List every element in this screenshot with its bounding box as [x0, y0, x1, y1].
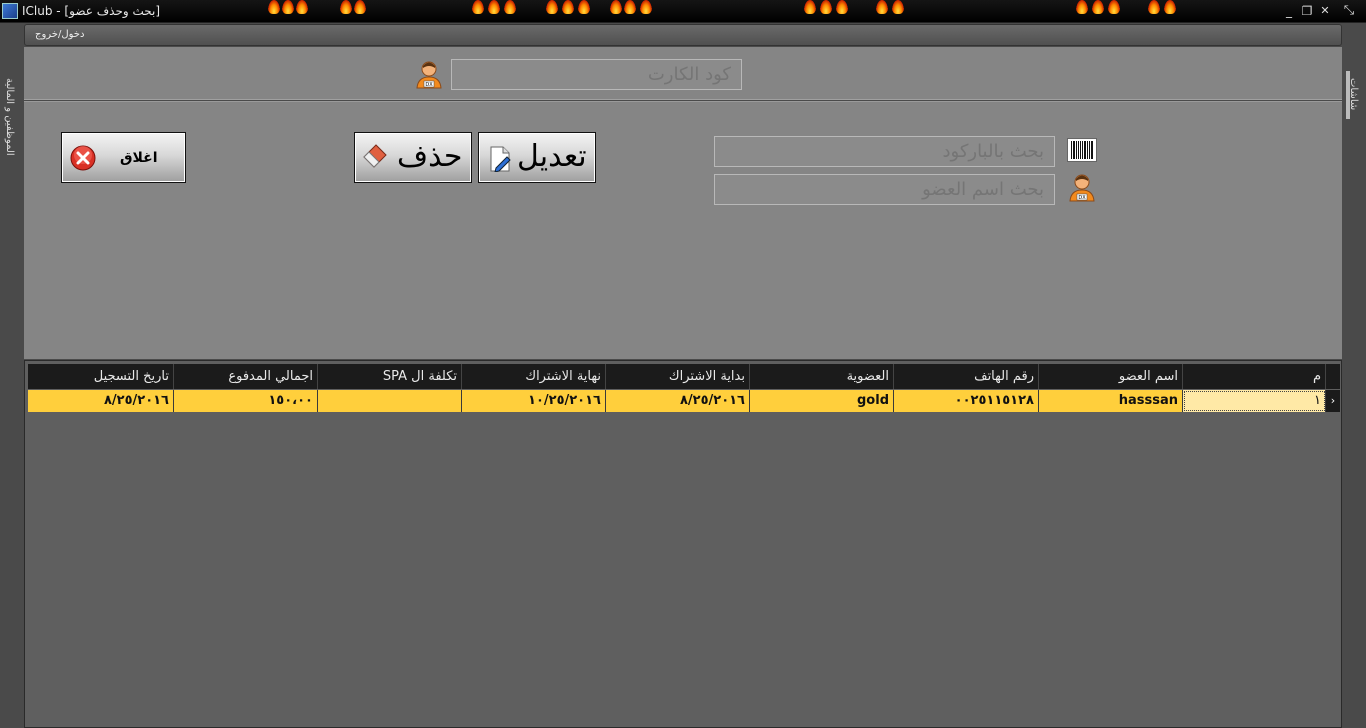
menu-item-login-logout[interactable]: دخول/خروج [35, 29, 84, 40]
column-header-name[interactable]: اسم العضو [1039, 364, 1183, 389]
barcode-search-text[interactable] [715, 137, 1044, 166]
column-header-start[interactable]: بداية الاشتراك [606, 364, 750, 389]
column-header-registered[interactable]: تاريخ التسجيل [29, 364, 174, 389]
svg-text:DX: DX [425, 82, 433, 88]
delete-button[interactable]: حذف [354, 132, 472, 183]
delete-button-label: حذف [397, 139, 463, 174]
eraser-icon [361, 143, 391, 173]
cell-phone[interactable]: ٠٠٢٥١١٥١٢٨ [894, 390, 1039, 412]
table-row[interactable]: › ١ hasssan ٠٠٢٥١١٥١٢٨ gold ٨/٢٥/٢٠١٦ ١٠… [28, 390, 1340, 412]
card-code-text[interactable] [452, 60, 731, 89]
column-header-index[interactable]: م [1183, 364, 1326, 389]
search-panel: DX تعديل حذف [24, 101, 1342, 359]
close-button-label: اغلاق [120, 150, 158, 166]
menu-bar: دخول/خروج [24, 24, 1342, 46]
cell-end[interactable]: ١٠/٢٥/٢٠١٦ [462, 390, 606, 412]
app-window: IClub - [بحث وحذف عضو] _ ❐ ✕ ⤡ الموظفين … [0, 0, 1366, 728]
cell-spa-cost[interactable] [318, 390, 462, 412]
left-dock-strip: الموظفين و المالية [0, 23, 24, 728]
barcode-search-input[interactable] [714, 136, 1055, 167]
cell-name[interactable]: hasssan [1039, 390, 1183, 412]
cell-membership[interactable]: gold [750, 390, 894, 412]
app-icon [2, 3, 18, 19]
close-button[interactable]: اغلاق [61, 132, 186, 183]
member-icon: DX [1067, 172, 1097, 202]
minimize-button[interactable]: _ [1282, 4, 1296, 18]
restore-button[interactable]: ❐ [1300, 4, 1314, 18]
close-window-button[interactable]: ✕ [1318, 4, 1332, 18]
column-header-total-paid[interactable]: اجمالي المدفوع [174, 364, 318, 389]
row-indicator-icon: › [1326, 390, 1340, 412]
member-name-search-input[interactable] [714, 174, 1055, 205]
grid-header: م اسم العضو رقم الهاتف العضوية بداية الا… [28, 364, 1340, 389]
fullscreen-icon[interactable]: ⤡ [1342, 4, 1356, 18]
column-header-spa-cost[interactable]: تكلفة ال SPA [318, 364, 462, 389]
window-title: IClub - [بحث وحذف عضو] [22, 4, 161, 18]
column-header-membership[interactable]: العضوية [750, 364, 894, 389]
edit-document-icon [489, 146, 511, 176]
member-name-search-text[interactable] [715, 175, 1044, 204]
cell-total-paid[interactable]: ١٥٠،٠٠ [174, 390, 318, 412]
right-scrollbar[interactable] [1346, 71, 1350, 119]
title-bar: IClub - [بحث وحذف عضو] _ ❐ ✕ ⤡ [0, 0, 1366, 23]
svg-text:DX: DX [1078, 195, 1086, 201]
edit-button-label: تعديل [517, 139, 587, 174]
left-dock-tab[interactable]: الموظفين و المالية [4, 78, 15, 156]
card-code-panel: DX [24, 47, 1342, 100]
cell-start[interactable]: ٨/٢٥/٢٠١٦ [606, 390, 750, 412]
card-code-input[interactable] [451, 59, 742, 90]
cell-registered[interactable]: ٨/٢٥/٢٠١٦ [29, 390, 174, 412]
barcode-icon [1067, 138, 1097, 162]
right-dock-strip: شاشات [1342, 23, 1366, 728]
members-grid: م اسم العضو رقم الهاتف العضوية بداية الا… [24, 360, 1342, 728]
edit-button[interactable]: تعديل [478, 132, 596, 183]
column-header-end[interactable]: نهاية الاشتراك [462, 364, 606, 389]
cell-index[interactable]: ١ [1183, 390, 1326, 412]
column-header-phone[interactable]: رقم الهاتف [894, 364, 1039, 389]
close-x-icon [70, 145, 96, 175]
member-icon: DX [414, 59, 444, 89]
